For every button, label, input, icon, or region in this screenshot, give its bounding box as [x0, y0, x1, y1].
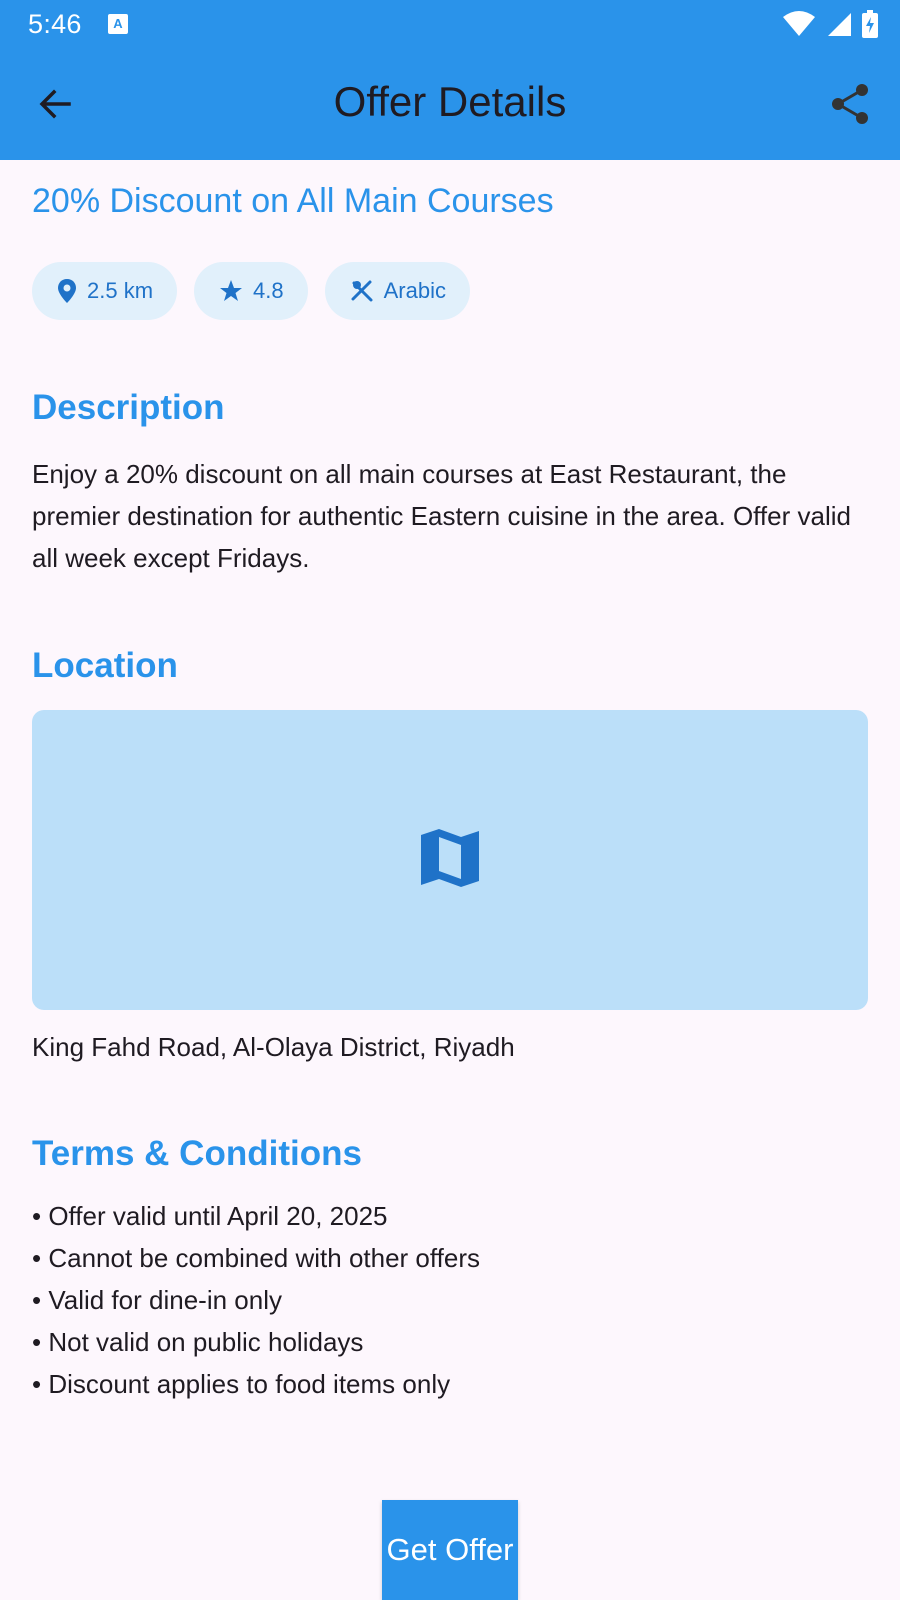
distance-label: 2.5 km: [87, 278, 154, 303]
location-pin-icon: [57, 278, 77, 304]
terms-item: • Discount applies to food items only: [32, 1369, 451, 1399]
description-text: Enjoy a 20% discount on all main courses…: [32, 459, 851, 573]
map-icon: [419, 827, 481, 894]
share-icon: [830, 83, 870, 130]
signal-icon: [826, 11, 852, 42]
terms-heading: Terms & Conditions: [32, 1134, 362, 1173]
svg-text:A: A: [113, 16, 123, 31]
terms-list: • Offer valid until April 20, 2025 • Can…: [32, 1195, 480, 1405]
description-heading: Description: [32, 388, 225, 427]
location-heading: Location: [32, 646, 178, 685]
status-time: 5:46: [28, 9, 82, 39]
terms-item: • Not valid on public holidays: [32, 1327, 364, 1357]
wifi-icon: [782, 11, 816, 42]
star-icon: [219, 279, 243, 303]
terms-item: • Offer valid until April 20, 2025: [32, 1201, 388, 1231]
location-address: King Fahd Road, Al-Olaya District, Riyad…: [32, 1032, 515, 1062]
rating-label: 4.8: [253, 278, 284, 303]
page-title: Offer Details: [333, 78, 567, 125]
notification-a-icon: A: [107, 13, 129, 40]
app-bar: Offer Details: [0, 48, 900, 160]
status-icons: [782, 10, 878, 43]
rating-chip: 4.8: [194, 262, 308, 320]
cuisine-label: Arabic: [383, 278, 446, 303]
cuisine-chip: Arabic: [324, 262, 470, 320]
offer-chips: 2.5 km 4.8 Arabic: [32, 262, 470, 320]
map-preview[interactable]: [32, 710, 868, 1010]
terms-item: • Cannot be combined with other offers: [32, 1243, 480, 1273]
get-offer-button[interactable]: Get Offer: [382, 1500, 518, 1600]
restaurant-icon: [350, 279, 374, 303]
offer-title: 20% Discount on All Main Courses: [32, 182, 554, 220]
battery-charging-icon: [862, 10, 878, 43]
distance-chip: 2.5 km: [32, 262, 178, 320]
share-button[interactable]: [824, 80, 876, 132]
status-bar: 5:46 A: [0, 0, 900, 48]
terms-item: • Valid for dine-in only: [32, 1285, 282, 1315]
